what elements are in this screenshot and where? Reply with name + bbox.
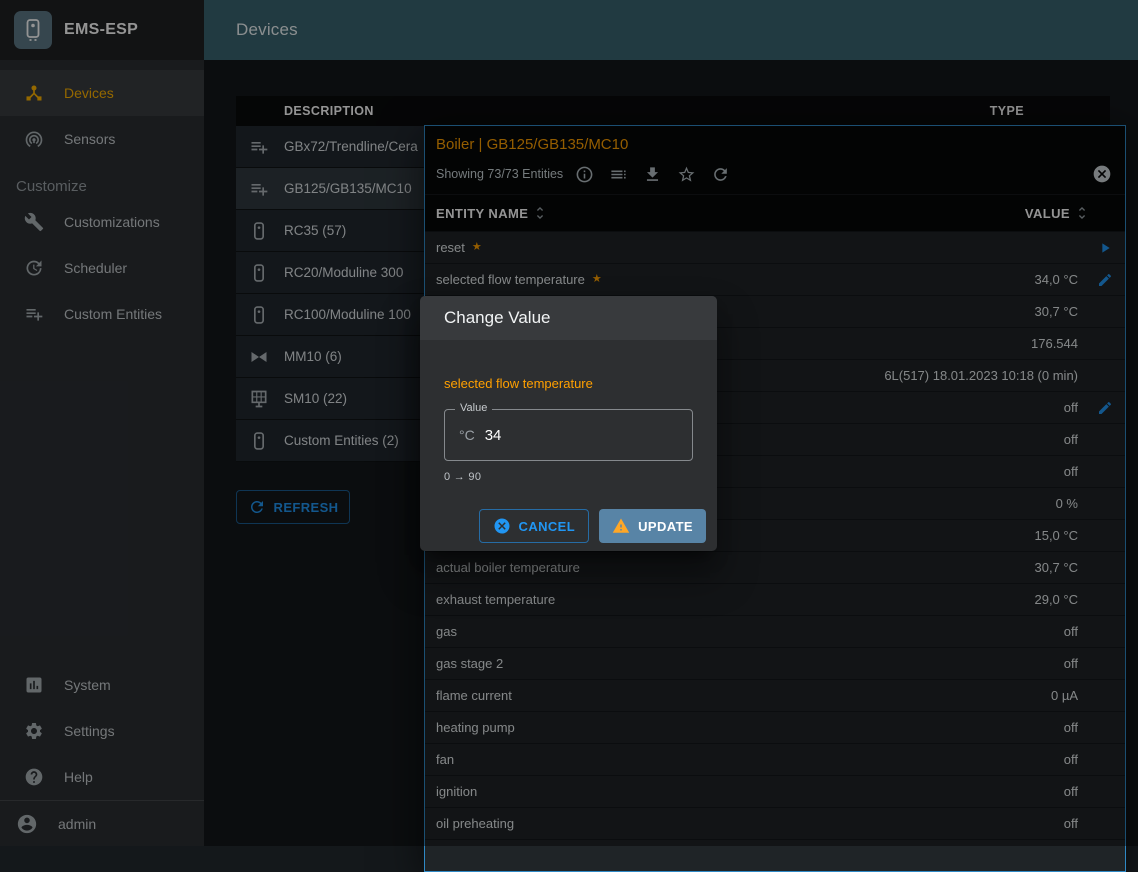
update-button[interactable]: UPDATE [599,509,706,543]
cancel-button[interactable]: CANCEL [479,509,590,543]
cancel-circle-icon [493,517,511,535]
cancel-label: CANCEL [519,519,576,534]
dialog-entity-name: selected flow temperature [444,376,693,391]
value-field-label: Value [455,402,492,414]
value-field: Value °C [444,409,693,461]
value-range-hint: 0 → 90 [444,471,693,483]
change-value-dialog: Change Value selected flow temperature V… [420,296,717,551]
value-unit: °C [459,427,475,443]
dialog-title: Change Value [420,296,717,340]
warning-icon [612,517,630,535]
update-label: UPDATE [638,519,693,534]
value-input[interactable] [485,427,678,444]
